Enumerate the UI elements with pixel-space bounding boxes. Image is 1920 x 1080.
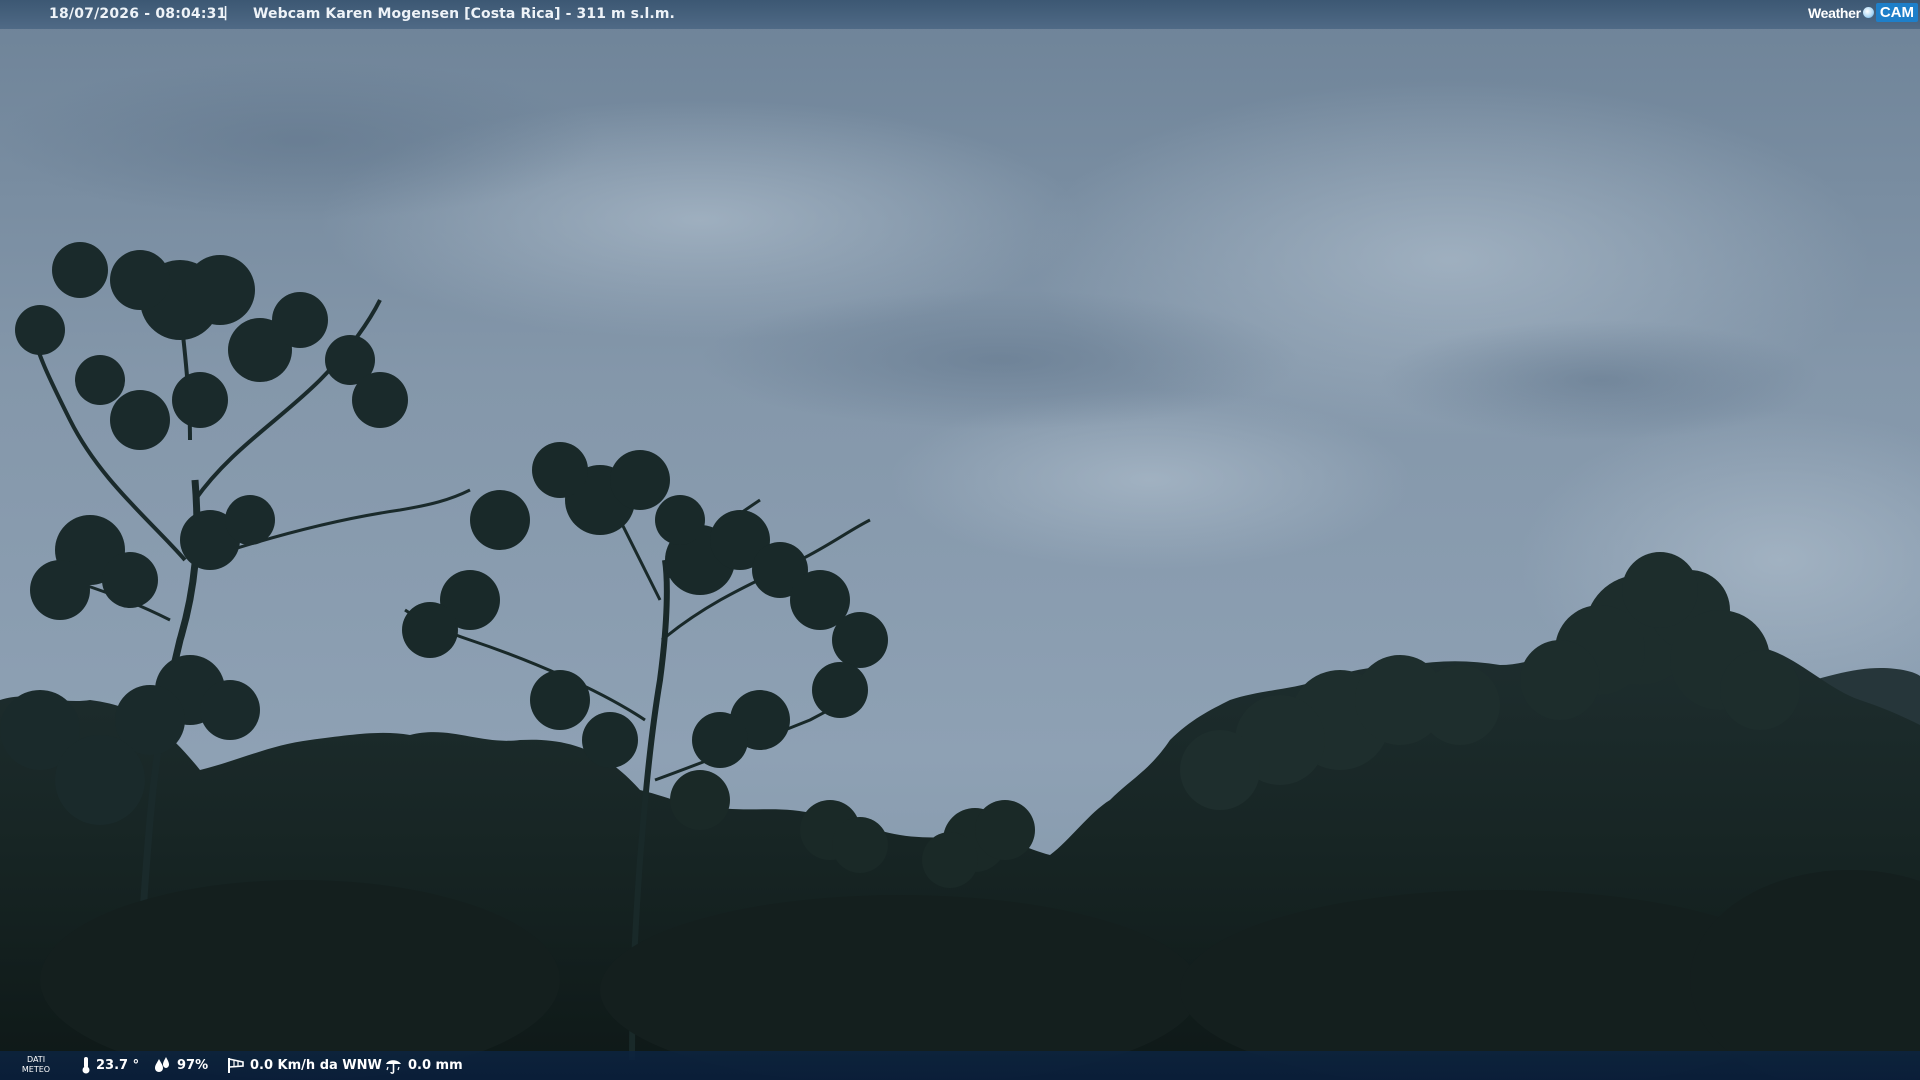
logo-weather-text: Weather xyxy=(1807,4,1861,21)
cloud-shadow xyxy=(1380,320,1820,440)
thermometer-icon xyxy=(82,1057,90,1074)
weather-label-line2: METEO xyxy=(21,1065,51,1074)
header-bar: 18/07/2026 - 08:04:31 | Webcam Karen Mog… xyxy=(0,0,1920,29)
logo-cam-text: CAM xyxy=(1875,3,1918,22)
droplets-icon xyxy=(155,1057,169,1072)
wind-reading: 0.0 Km/h da WNW xyxy=(226,1056,382,1074)
cloud-shadow xyxy=(700,290,1300,430)
rain-reading: 0.0 mm xyxy=(384,1056,463,1074)
weathercam-logo[interactable]: Weather CAM xyxy=(1808,3,1918,22)
humidity-reading: 97% xyxy=(153,1056,208,1074)
webcam-image xyxy=(0,0,1920,1080)
foreground-foliage xyxy=(40,870,1920,1080)
wind-value: 0.0 Km/h da WNW xyxy=(250,1057,382,1073)
weather-data-bar: DATI METEO 23.7 ° 97% 0.0 Km/h da WNW 0.… xyxy=(0,1051,1920,1080)
weather-label-line1: DATI xyxy=(26,1055,46,1064)
temperature-reading: 23.7 ° xyxy=(80,1056,139,1074)
windsock-icon xyxy=(228,1058,244,1073)
temperature-value: 23.7 ° xyxy=(96,1057,140,1073)
header-separator: | xyxy=(223,5,229,21)
cloud-shadow xyxy=(0,60,600,220)
humidity-value: 97% xyxy=(177,1057,209,1073)
rain-gauge-icon xyxy=(386,1060,401,1074)
weather-label: DATI METEO xyxy=(18,1055,54,1075)
logo-globe-icon xyxy=(1862,7,1874,18)
webcam-title: Webcam Karen Mogensen [Costa Rica] - 311… xyxy=(253,6,675,22)
rain-value: 0.0 mm xyxy=(408,1057,463,1073)
webcam-frame: 18/07/2026 - 08:04:31 | Webcam Karen Mog… xyxy=(0,0,1920,1080)
timestamp: 18/07/2026 - 08:04:31 xyxy=(49,6,227,22)
